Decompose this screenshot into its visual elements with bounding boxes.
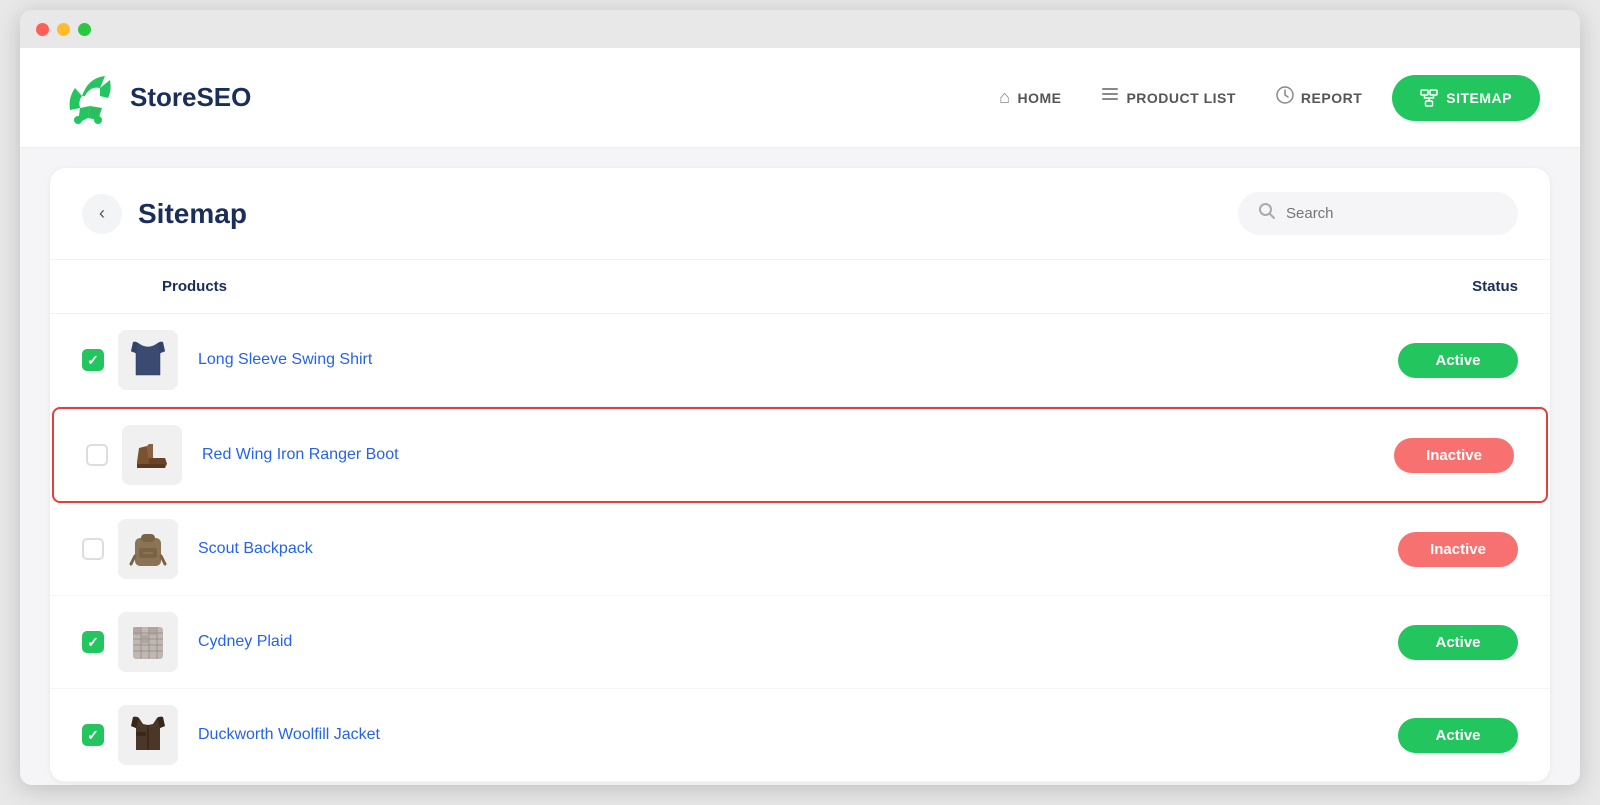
- navbar: StoreSEO ⌂ HOME PRODUCT LIST: [20, 48, 1580, 148]
- search-box: [1238, 192, 1518, 235]
- sitemap-icon: [1420, 89, 1438, 107]
- list-icon: [1101, 86, 1119, 109]
- table-row-highlighted: Red Wing Iron Ranger Boot Inactive: [52, 407, 1548, 503]
- logo-icon: [60, 68, 120, 128]
- logo-text: StoreSEO: [130, 82, 251, 113]
- logo-area: StoreSEO: [60, 68, 251, 128]
- product-name-p2: Red Wing Iron Ranger Boot: [202, 446, 1394, 464]
- status-badge-p3[interactable]: Inactive: [1398, 532, 1518, 567]
- search-icon: [1258, 202, 1276, 225]
- sitemap-button-label: SITEMAP: [1446, 90, 1512, 106]
- close-dot[interactable]: [36, 23, 49, 36]
- table-row: Cydney Plaid Active: [50, 596, 1550, 689]
- nav-home[interactable]: ⌂ HOME: [999, 87, 1061, 108]
- search-input[interactable]: [1286, 205, 1498, 222]
- product-thumb-p3: [118, 519, 178, 579]
- sitemap-button[interactable]: SITEMAP: [1392, 75, 1540, 121]
- nav-product-list-label: PRODUCT LIST: [1126, 90, 1235, 106]
- titlebar: [20, 10, 1580, 48]
- product-name-p4: Cydney Plaid: [198, 633, 1398, 651]
- col-status-label: Status: [1378, 278, 1518, 295]
- row-checkbox-p5[interactable]: [82, 724, 104, 746]
- app-content: StoreSEO ⌂ HOME PRODUCT LIST: [20, 48, 1580, 785]
- table-row: Scout Backpack Inactive: [50, 503, 1550, 596]
- col-products-label: Products: [82, 278, 1378, 295]
- product-thumb-p2: [122, 425, 182, 485]
- product-name-p3: Scout Backpack: [198, 540, 1398, 558]
- nav-report-label: REPORT: [1301, 90, 1362, 106]
- nav-links: ⌂ HOME PRODUCT LIST: [999, 86, 1362, 109]
- row-checkbox-p2[interactable]: [86, 444, 108, 466]
- nav-product-list[interactable]: PRODUCT LIST: [1101, 86, 1235, 109]
- nav-home-label: HOME: [1017, 90, 1061, 106]
- maximize-dot[interactable]: [78, 23, 91, 36]
- product-name-p1: Long Sleeve Swing Shirt: [198, 351, 1398, 369]
- content-card: ‹ Sitemap Products: [50, 168, 1550, 782]
- row-checkbox-p4[interactable]: [82, 631, 104, 653]
- product-name-p5: Duckworth Woolfill Jacket: [198, 726, 1398, 744]
- app-window: StoreSEO ⌂ HOME PRODUCT LIST: [20, 10, 1580, 785]
- status-badge-p5[interactable]: Active: [1398, 718, 1518, 753]
- row-checkbox-p1[interactable]: [82, 349, 104, 371]
- report-icon: [1276, 86, 1294, 109]
- home-icon: ⌂: [999, 87, 1010, 108]
- card-header: ‹ Sitemap: [50, 168, 1550, 260]
- row-checkbox-p3[interactable]: [82, 538, 104, 560]
- main-area: ‹ Sitemap Products: [20, 148, 1580, 785]
- page-title: Sitemap: [138, 198, 1222, 230]
- nav-report[interactable]: REPORT: [1276, 86, 1362, 109]
- status-badge-p2[interactable]: Inactive: [1394, 438, 1514, 473]
- minimize-dot[interactable]: [57, 23, 70, 36]
- status-badge-p4[interactable]: Active: [1398, 625, 1518, 660]
- table-header: Products Status: [50, 260, 1550, 314]
- table-row: Duckworth Woolfill Jacket Active: [50, 689, 1550, 782]
- product-thumb-p1: [118, 330, 178, 390]
- back-button[interactable]: ‹: [82, 194, 122, 234]
- product-thumb-p5: [118, 705, 178, 765]
- table-row: Long Sleeve Swing Shirt Active: [50, 314, 1550, 407]
- status-badge-p1[interactable]: Active: [1398, 343, 1518, 378]
- product-thumb-p4: [118, 612, 178, 672]
